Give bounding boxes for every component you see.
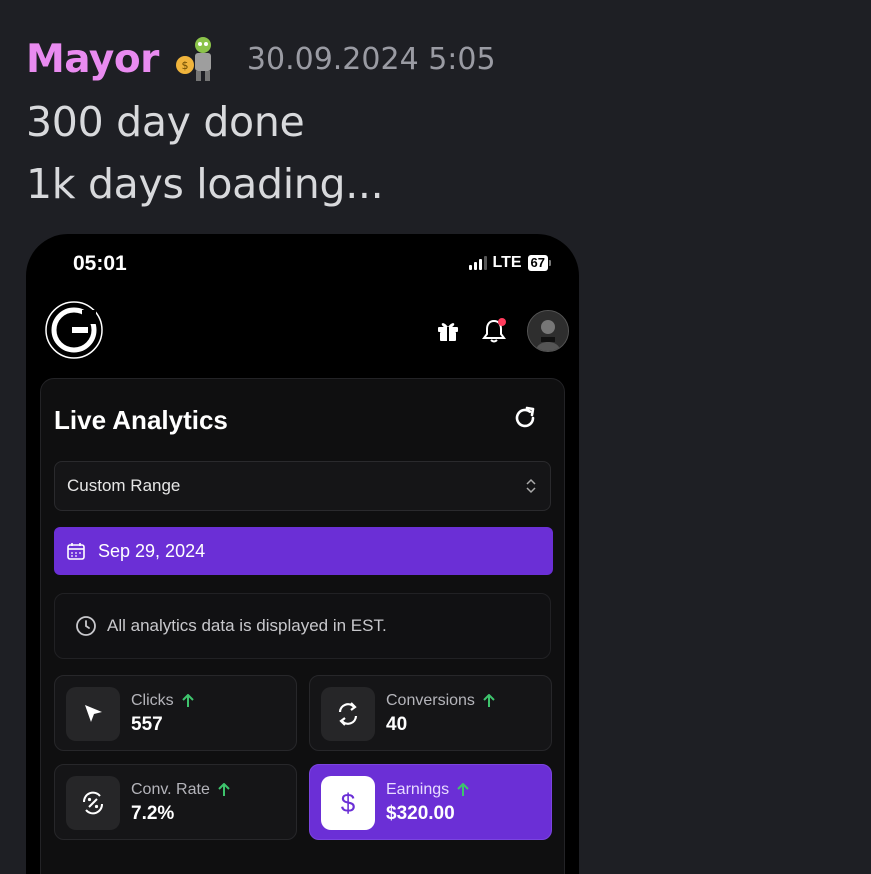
signal-icon (468, 256, 487, 270)
notification-button[interactable] (481, 318, 507, 344)
stat-label: Clicks (131, 692, 194, 710)
stat-label: Conversions (386, 692, 495, 710)
avatar[interactable] (527, 310, 569, 352)
author-name[interactable]: Mayor (26, 37, 159, 82)
glitchy-logo[interactable] (44, 300, 104, 360)
status-indicators: LTE 67 (468, 254, 551, 272)
stat-conv-rate[interactable]: Conv. Rate 7.2% (54, 764, 297, 840)
svg-text:$: $ (341, 788, 356, 818)
range-select-value: Custom Range (67, 476, 181, 495)
live-analytics-card: Live Analytics Custom Range Sep 29, 2024 (40, 378, 565, 874)
arrow-up-icon (218, 783, 230, 796)
stat-value: 557 (131, 714, 163, 735)
sync-icon (321, 687, 375, 741)
battery-icon: 67 (527, 255, 551, 271)
svg-text:$: $ (181, 59, 188, 72)
stat-value: $320.00 (386, 803, 455, 824)
message-header: Mayor $ 30.09.2024 5:05 (26, 34, 496, 84)
stat-clicks[interactable]: Clicks 557 (54, 675, 297, 751)
selected-date: Sep 29, 2024 (98, 540, 206, 561)
refresh-icon[interactable] (512, 405, 538, 431)
stat-value: 40 (386, 714, 408, 735)
message-line-2: 1k days loading... (26, 160, 384, 208)
cursor-icon (66, 687, 120, 741)
calendar-icon (67, 543, 85, 560)
percent-cycle-icon (66, 776, 120, 830)
money-bag-figure-emoji: $ (175, 37, 211, 81)
stat-label: Conv. Rate (131, 781, 230, 799)
notification-dot (498, 318, 506, 326)
dollar-icon: $ (321, 776, 375, 830)
clock-icon (76, 616, 96, 636)
stat-label: Earnings (386, 781, 469, 799)
card-title: Live Analytics (54, 405, 228, 435)
stat-earnings[interactable]: $ Earnings $320.00 (309, 764, 552, 840)
range-select[interactable]: Custom Range (54, 461, 551, 511)
arrow-up-icon (457, 783, 469, 796)
arrow-up-icon (483, 694, 495, 707)
battery-level: 67 (527, 255, 548, 271)
stat-conversions[interactable]: Conversions 40 (309, 675, 552, 751)
arrow-up-icon (181, 694, 194, 707)
chevron-up-down-icon (526, 478, 536, 494)
gift-icon[interactable] (435, 318, 461, 344)
header-actions (435, 310, 569, 352)
message-line-1: 300 day done (26, 98, 305, 146)
stat-value: 7.2% (131, 803, 175, 824)
screenshot-image[interactable]: 05:01 LTE 67 Live Analytics Custom Range… (26, 234, 579, 874)
message-timestamp: 30.09.2024 5:05 (246, 41, 496, 77)
status-time: 05:01 (73, 252, 127, 275)
timezone-notice-text: All analytics data is displayed in EST. (107, 616, 387, 635)
network-label: LTE (492, 254, 522, 271)
timezone-notice: All analytics data is displayed in EST. (54, 593, 551, 659)
date-picker-button[interactable]: Sep 29, 2024 (54, 527, 553, 575)
